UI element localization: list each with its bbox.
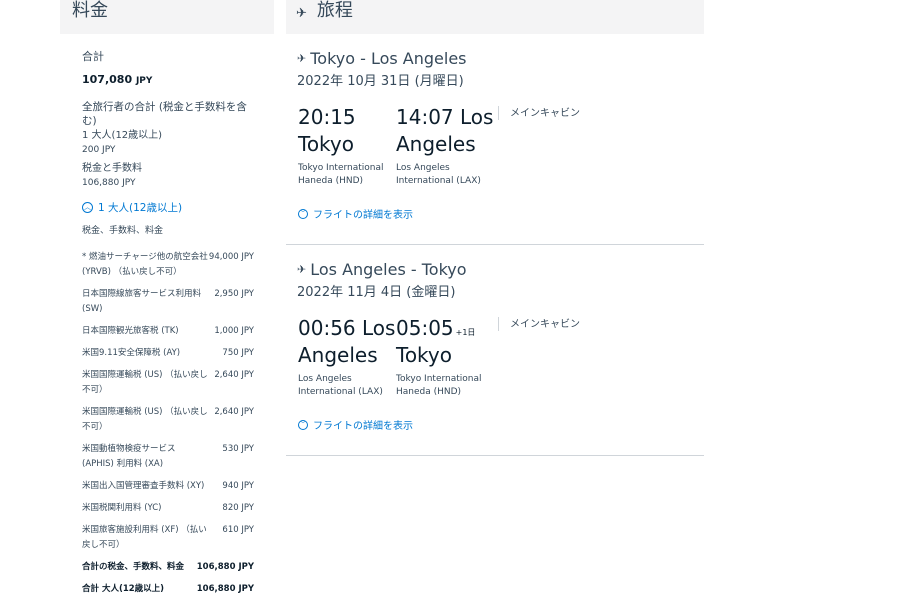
- tax-row: 米国国際運輸税 (US) （払い戻し不可） 2,640 JPY: [82, 368, 254, 398]
- flight-details-link-label: フライトの詳細を表示: [313, 421, 413, 432]
- tax-row: * 燃油サーチャージ他の航空会社 (YRVB) （払い戻し不可） 94,000 …: [82, 250, 254, 280]
- adult-fare: 200 JPY: [82, 145, 116, 155]
- tax-amount: 820 JPY: [222, 503, 254, 513]
- tax-row: 米国9.11安全保障税 (AY) 750 JPY: [82, 346, 254, 361]
- tax-amount: 2,640 JPY: [214, 407, 254, 417]
- itinerary-title: 旅程: [316, 0, 353, 21]
- departure-time-city: 20:15 Tokyo: [298, 104, 396, 158]
- chevron-up-icon: ︿: [82, 202, 93, 213]
- tax-amount: 610 JPY: [222, 525, 254, 535]
- arrival-time-city: 05:05 +1日 Tokyo: [396, 315, 494, 369]
- segment-route-label: Los Angeles - Tokyo: [310, 260, 467, 279]
- departure-airport: Los Angeles International (LAX): [298, 374, 383, 397]
- total-amount: 107,080 JPY: [82, 73, 254, 86]
- arrival-time: 05:05: [396, 316, 454, 340]
- tax-list: * 燃油サーチャージ他の航空会社 (YRVB) （払い戻し不可） 94,000 …: [82, 250, 254, 597]
- tax-name: 米国国際運輸税 (US) （払い戻し不可）: [82, 370, 208, 395]
- departure-time: 00:56: [298, 316, 356, 340]
- tax-row: 米国税関利用料 (YC) 820 JPY: [82, 501, 254, 516]
- departure-time-city: 00:56 Los Angeles: [298, 315, 396, 369]
- cabin-divider: [498, 317, 499, 331]
- flight-details-link[interactable]: ﹀ フライトの詳細を表示: [298, 206, 413, 221]
- total-taxes-amount: 106,880 JPY: [196, 562, 254, 572]
- flight-details-link-label: フライトの詳細を表示: [313, 210, 413, 221]
- departure-block: 20:15 Tokyo Tokyo International Haneda (…: [298, 104, 396, 188]
- arrival-block: 05:05 +1日 Tokyo Tokyo International Haned…: [396, 315, 494, 399]
- breakdown-caption: 税金、手数料、料金: [82, 226, 164, 236]
- cabin-class: メインキャビン: [510, 108, 580, 119]
- segment-route: ✈ Tokyo - Los Angeles: [297, 49, 467, 68]
- day-offset-badge: +1日: [455, 328, 476, 337]
- pricing-panel: 料金 合計 107,080 JPY 全旅行者の合計 (税金と手数料を含む) 1 …: [60, 0, 274, 600]
- pricing-title: 料金: [60, 0, 274, 34]
- departure-city: Tokyo: [298, 132, 354, 156]
- total-taxes-label: 合計の税金、手数料、料金: [82, 562, 185, 572]
- arrival-city: Tokyo: [396, 343, 452, 367]
- adult-breakdown-toggle[interactable]: ︿ 1 大人(12歳以上): [82, 200, 254, 215]
- tax-row: 米国国際運輸税 (US) （払い戻し不可） 2,640 JPY: [82, 405, 254, 435]
- total-taxes-row: 合計の税金、手数料、料金 106,880 JPY: [82, 560, 254, 575]
- arrival-airport: Los Angeles International (LAX): [396, 163, 481, 186]
- tax-name: 米国9.11安全保障税 (AY): [82, 348, 181, 358]
- tax-amount: 2,640 JPY: [214, 370, 254, 380]
- adult-breakdown-toggle-label: 1 大人(12歳以上): [98, 202, 183, 214]
- plane-icon: ✈: [297, 52, 307, 65]
- total-amount-value: 107,080: [82, 73, 133, 86]
- arrival-airport: Tokyo International Haneda (HND): [396, 374, 482, 397]
- tax-row: 米国動植物検疫サービス (APHIS) 利用料 (XA) 530 JPY: [82, 442, 254, 472]
- arrival-block: 14:07 Los Angeles Los Angeles Internatio…: [396, 104, 494, 188]
- departure-airport: Tokyo International Haneda (HND): [298, 163, 384, 186]
- all-travelers-label: 全旅行者の合計 (税金と手数料を含む): [82, 101, 247, 127]
- tax-row: 米国旅客施設利用料 (XF) （払い戻し不可） 610 JPY: [82, 523, 254, 553]
- flight-segment-outbound: ✈ Tokyo - Los Angeles 2022年 10月 31日 (月曜日…: [286, 34, 704, 245]
- plane-icon: ✈: [296, 6, 307, 21]
- arrival-time: 14:07: [396, 105, 454, 129]
- chevron-down-icon: ﹀: [298, 419, 308, 430]
- departure-block: 00:56 Los Angeles Los Angeles Internatio…: [298, 315, 396, 399]
- segment-route-label: Tokyo - Los Angeles: [310, 49, 467, 68]
- adult-label: 1 大人(12歳以上): [82, 130, 163, 141]
- tax-name: 米国動植物検疫サービス (APHIS) 利用料 (XA): [82, 444, 176, 469]
- tax-name: 米国税関利用料 (YC): [82, 503, 162, 513]
- segment-date: 2022年 10月 31日 (月曜日): [297, 74, 464, 89]
- total-adult-label: 合計 大人(12歳以上): [82, 584, 165, 594]
- tax-amount: 2,950 JPY: [214, 289, 254, 299]
- segment-date: 2022年 11月 4日 (金曜日): [297, 285, 456, 300]
- tax-amount: 530 JPY: [222, 444, 254, 454]
- itinerary-header: ✈ 旅程: [286, 0, 704, 34]
- segment-route: ✈ Los Angeles - Tokyo: [297, 260, 467, 279]
- tax-name: 日本国際線旅客サービス利用料 (SW): [82, 289, 202, 314]
- tax-row: 日本国際線旅客サービス利用料 (SW) 2,950 JPY: [82, 287, 254, 317]
- plane-icon: ✈: [297, 263, 307, 276]
- flight-segment-return: ✈ Los Angeles - Tokyo 2022年 11月 4日 (金曜日)…: [286, 245, 704, 456]
- total-adult-row: 合計 大人(12歳以上) 106,880 JPY: [82, 582, 254, 597]
- tax-name: 米国国際運輸税 (US) （払い戻し不可）: [82, 407, 208, 432]
- cabin-class: メインキャビン: [510, 319, 580, 330]
- tax-amount: 940 JPY: [222, 481, 254, 491]
- itinerary-panel: ✈ 旅程 ✈ Tokyo - Los Angeles 2022年 10月 31日…: [286, 0, 704, 600]
- cabin-divider: [498, 106, 499, 120]
- tax-row: 米国出入国管理審査手数料 (XY) 940 JPY: [82, 479, 254, 494]
- tax-name: 日本国際観光旅客税 (TK): [82, 326, 179, 336]
- total-label: 合計: [82, 50, 104, 63]
- arrival-time-city: 14:07 Los Angeles: [396, 104, 494, 158]
- tax-amount: 750 JPY: [222, 348, 254, 358]
- total-amount-currency: JPY: [135, 76, 153, 86]
- flight-details-link[interactable]: ﹀ フライトの詳細を表示: [298, 417, 413, 432]
- departure-time: 20:15: [298, 105, 356, 129]
- taxes-amount: 106,880 JPY: [82, 178, 136, 188]
- tax-amount: 94,000 JPY: [208, 252, 254, 262]
- tax-name: * 燃油サーチャージ他の航空会社 (YRVB) （払い戻し不可）: [82, 252, 208, 277]
- tax-amount: 1,000 JPY: [214, 326, 254, 336]
- pricing-body: 合計 107,080 JPY 全旅行者の合計 (税金と手数料を含む) 1 大人(…: [60, 34, 274, 600]
- tax-name: 米国出入国管理審査手数料 (XY): [82, 481, 205, 491]
- tax-name: 米国旅客施設利用料 (XF) （払い戻し不可）: [82, 525, 207, 550]
- total-adult-amount: 106,880 JPY: [196, 584, 254, 594]
- tax-row: 日本国際観光旅客税 (TK) 1,000 JPY: [82, 324, 254, 339]
- taxes-label: 税金と手数料: [82, 163, 142, 174]
- chevron-down-icon: ﹀: [298, 208, 308, 219]
